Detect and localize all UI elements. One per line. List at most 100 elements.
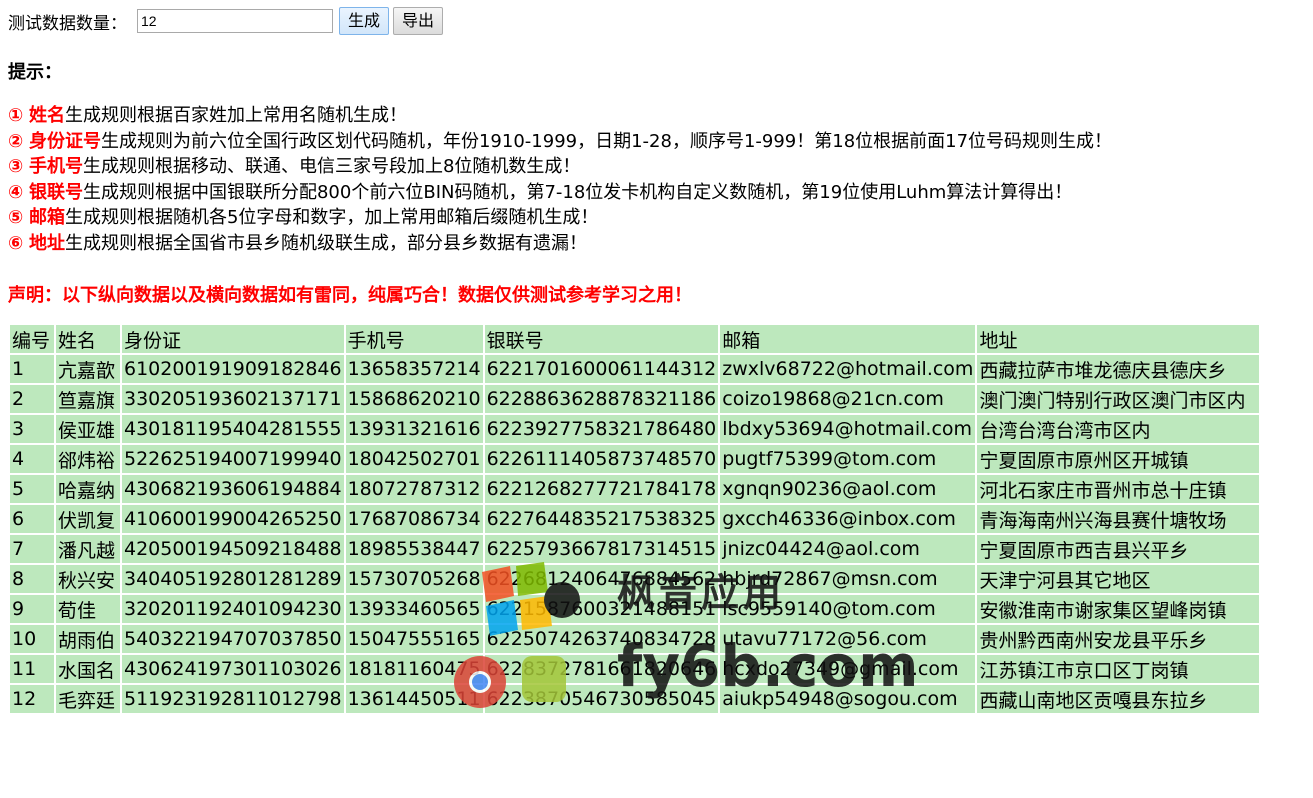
cell-address: 河北石家庄市晋州市总十庄镇 (977, 475, 1260, 503)
cell-bank-card: 6221701600061144312 (484, 355, 719, 383)
disclaimer-notice: 声明：以下纵向数据以及横向数据如有雷同，纯属巧合！数据仅供测试参考学习之用！ (8, 285, 692, 306)
cell-name: 郤炜裕 (56, 445, 120, 473)
cell-address: 宁夏固原市原州区开城镇 (977, 445, 1260, 473)
cell-id-card: 420500194509218488 (122, 535, 344, 563)
cell-id: 6 (10, 505, 54, 533)
table-row: 12 毛弈廷 511923192811012798 13614450511 622387… (10, 685, 1260, 713)
cell-id: 1 (10, 355, 54, 383)
cell-id: 7 (10, 535, 54, 563)
cell-address: 西藏山南地区贡嘎县东拉乡 (977, 685, 1260, 713)
cell-address: 宁夏固原市西吉县兴平乡 (977, 535, 1260, 563)
tips-title: 提示： (8, 62, 62, 83)
tip-item: ⑤ 邮箱生成规则根据随机各5位字母和数字，加上常用邮箱后缀随机生成！ (8, 205, 1112, 231)
cell-bank-card: 6227644835217538325 (484, 505, 719, 533)
tip-item: ③ 手机号生成规则根据移动、联通、电信三家号段加上8位随机数生成！ (8, 154, 1112, 180)
tip-key: 银联号 (28, 181, 83, 203)
cell-email: zwxlv68722@hotmail.com (720, 355, 976, 383)
cell-id: 11 (10, 655, 54, 683)
table-row: 2 笪嘉旗 330205193602137171 15868620210 6228863… (10, 385, 1260, 413)
tip-number: ⑥ (8, 232, 24, 254)
cell-id-card: 340405192801281289 (122, 565, 344, 593)
export-button[interactable]: 导出 (393, 7, 444, 35)
table-row: 10 胡雨伯 540322194707037850 15047555165 622507… (10, 625, 1260, 653)
column-header: 身份证 (122, 325, 344, 353)
cell-address: 台湾台湾台湾市区内 (977, 415, 1260, 443)
cell-id-card: 430181195404281555 (122, 415, 344, 443)
column-header: 银联号 (484, 325, 719, 353)
cell-bank-card: 6226111405873748570 (484, 445, 719, 473)
cell-phone: 15868620210 (345, 385, 483, 413)
tip-text: 生成规则根据百家姓加上常用名随机生成！ (64, 105, 407, 126)
tip-number: ① (8, 105, 24, 126)
cell-id-card: 330205193602137171 (122, 385, 344, 413)
count-input[interactable] (137, 9, 333, 33)
cell-bank-card: 6221268277721784178 (484, 475, 719, 503)
tip-key: 地址 (28, 232, 65, 254)
cell-email: gxcch46336@inbox.com (720, 505, 976, 533)
cell-bank-card: 6223870546730585045 (484, 685, 719, 713)
cell-id: 4 (10, 445, 54, 473)
cell-email: xgnqn90236@aol.com (720, 475, 976, 503)
column-header: 邮箱 (720, 325, 976, 353)
table-body: 1 亢嘉歆 610200191909182846 13658357214 6221701… (10, 355, 1260, 713)
cell-id-card: 511923192811012798 (122, 685, 344, 713)
table-row: 8 秋兴安 340405192801281289 15730705268 6226812… (10, 565, 1260, 593)
cell-name: 侯亚雄 (56, 415, 120, 443)
tip-key: 邮箱 (28, 207, 65, 228)
table-row: 1 亢嘉歆 610200191909182846 13658357214 6221701… (10, 355, 1260, 383)
table-row: 7 潘凡越 420500194509218488 18985538447 6225793… (10, 535, 1260, 563)
cell-name: 秋兴安 (56, 565, 120, 593)
cell-id: 12 (10, 685, 54, 713)
cell-phone: 15730705268 (345, 565, 483, 593)
cell-bank-card: 6221587600321488151 (484, 595, 719, 623)
cell-phone: 17687086734 (345, 505, 483, 533)
cell-bank-card: 6228372781661820646 (484, 655, 719, 683)
cell-name: 哈嘉纳 (56, 475, 120, 503)
cell-id-card: 522625194007199940 (122, 445, 344, 473)
cell-bank-card: 6225074263740834728 (484, 625, 719, 653)
cell-email: utavu77172@56.com (720, 625, 976, 653)
cell-address: 青海海南州兴海县赛什塘牧场 (977, 505, 1260, 533)
cell-email: pugtf75399@tom.com (720, 445, 976, 473)
tip-number: ⑤ (8, 207, 24, 228)
cell-email: aiukp54948@sogou.com (720, 685, 976, 713)
tip-number: ② (8, 130, 24, 152)
tip-item: ② 身份证号生成规则为前六位全国行政区划代码随机，年份1910-1999，日期1… (8, 129, 1112, 155)
cell-name: 笪嘉旗 (56, 385, 120, 413)
generate-button[interactable]: 生成 (339, 7, 390, 35)
tip-item: ④ 银联号生成规则根据中国银联所分配800个前六位BIN码随机，第7-18位发卡… (8, 180, 1112, 206)
cell-phone: 15047555165 (345, 625, 483, 653)
cell-name: 毛弈廷 (56, 685, 120, 713)
tip-text: 生成规则根据全国省市县乡随机级联生成，部分县乡数据有遗漏！ (64, 232, 587, 254)
tip-text: 生成规则根据随机各5位字母和数字，加上常用邮箱后缀随机生成！ (64, 207, 599, 228)
column-header: 姓名 (56, 325, 120, 353)
table-row: 4 郤炜裕 522625194007199940 18042502701 6226111… (10, 445, 1260, 473)
cell-name: 伏凯复 (56, 505, 120, 533)
column-header: 手机号 (345, 325, 483, 353)
cell-name: 水国名 (56, 655, 120, 683)
column-header: 地址 (977, 325, 1260, 353)
tip-item: ⑥ 地址生成规则根据全国省市县乡随机级联生成，部分县乡数据有遗漏！ (8, 231, 1112, 257)
tip-key: 身份证号 (28, 130, 101, 152)
cell-email: lbdxy53694@hotmail.com (720, 415, 976, 443)
data-table: 编号 姓名 身份证 手机号 银联号 邮箱 地址 1 亢嘉歆 610200191909… (8, 323, 1261, 715)
cell-phone: 18042502701 (345, 445, 483, 473)
tip-number: ③ (8, 156, 24, 177)
table-row: 6 伏凯复 410600199004265250 17687086734 6227644… (10, 505, 1260, 533)
tips-list: ① 姓名生成规则根据百家姓加上常用名随机生成！ ② 身份证号生成规则为前六位全国… (8, 103, 1112, 256)
cell-id-card: 540322194707037850 (122, 625, 344, 653)
cell-id-card: 610200191909182846 (122, 355, 344, 383)
cell-phone: 13614450511 (345, 685, 483, 713)
cell-email: jnizc04424@aol.com (720, 535, 976, 563)
cell-phone: 18985538447 (345, 535, 483, 563)
cell-bank-card: 6226812406476884562 (484, 565, 719, 593)
cell-id: 10 (10, 625, 54, 653)
table-row: 9 荀佳 320201192401094230 13933460565 62215876… (10, 595, 1260, 623)
cell-id: 5 (10, 475, 54, 503)
tip-key: 手机号 (28, 156, 83, 177)
cell-address: 江苏镇江市京口区丁岗镇 (977, 655, 1260, 683)
cell-phone: 13933460565 (345, 595, 483, 623)
cell-bank-card: 6225793667817314515 (484, 535, 719, 563)
cell-id: 2 (10, 385, 54, 413)
count-label: 测试数据数量： (8, 13, 127, 34)
